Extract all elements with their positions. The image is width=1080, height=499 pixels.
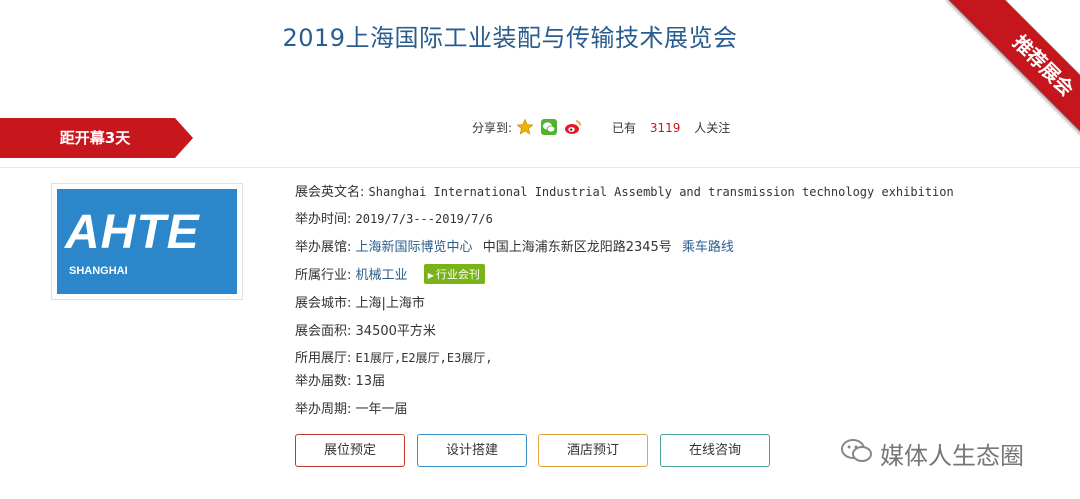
sessions-value: 13届 [355, 374, 386, 389]
booth-reservation-button[interactable]: 展位预定 [295, 434, 405, 467]
followers-suffix: 人关注 [694, 120, 731, 135]
online-consult-button[interactable]: 在线咨询 [660, 434, 770, 467]
english-name-row: 展会英文名: Shanghai International Industrial… [295, 181, 954, 200]
time-row: 举办时间: 2019/7/3---2019/7/6 [295, 208, 493, 227]
venue-label: 举办展馆: [295, 240, 352, 255]
section-divider [0, 167, 1080, 168]
logo-sub-text: SHANGHAI [69, 265, 128, 277]
industry-badge-label: 行业会刊 [435, 268, 480, 281]
hotel-booking-button[interactable]: 酒店预订 [538, 434, 648, 467]
halls-value: E1展厅,E2展厅,E3展厅, [355, 351, 493, 365]
area-label: 展会面积: [295, 324, 352, 339]
design-build-button[interactable]: 设计搭建 [417, 434, 527, 467]
time-value: 2019/7/3---2019/7/6 [355, 212, 493, 226]
watermark: 媒体人生态圈 [840, 436, 1024, 471]
wechat-bubble-icon [840, 437, 874, 471]
share-bar: 分享到: 已有 3119 人关注 [472, 117, 730, 137]
sessions-label: 举办届数: [295, 374, 352, 389]
followers-number: 3119 [649, 120, 681, 135]
share-label: 分享到: [472, 120, 513, 135]
follower-count: 已有 3119 人关注 [612, 119, 730, 136]
ribbon-label: 推荐展会 [947, 0, 1080, 150]
exhibition-logo[interactable]: AHTE SHANGHAI [51, 183, 243, 300]
cycle-value: 一年一届 [355, 402, 408, 417]
industry-row: 所属行业: 机械工业 ▶ 行业会刊 [295, 264, 485, 284]
industry-link[interactable]: 机械工业 [356, 268, 408, 283]
english-name-value: Shanghai International Industrial Assemb… [368, 185, 954, 199]
countdown-banner: 距开幕3天 [0, 118, 195, 158]
star-icon[interactable] [516, 118, 534, 136]
watermark-text: 媒体人生态圈 [880, 442, 1024, 470]
english-name-label: 展会英文名: [295, 185, 365, 200]
city-value: 上海|上海市 [355, 296, 425, 311]
industry-journal-badge[interactable]: ▶ 行业会刊 [423, 264, 485, 284]
venue-address: 中国上海浦东新区龙阳路2345号 [482, 240, 672, 255]
countdown-label: 距开幕3天 [59, 129, 131, 147]
time-label: 举办时间: [295, 212, 352, 227]
route-link[interactable]: 乘车路线 [682, 240, 734, 255]
area-row: 展会面积: 34500平方米 [295, 320, 436, 339]
city-label: 展会城市: [295, 296, 352, 311]
halls-label: 所用展厅: [295, 351, 352, 366]
city-row: 展会城市: 上海|上海市 [295, 292, 425, 311]
weibo-icon[interactable] [564, 118, 582, 136]
venue-link[interactable]: 上海新国际博览中心 [356, 240, 473, 255]
industry-label: 所属行业: [295, 268, 352, 283]
play-icon: ▶ [427, 271, 434, 280]
logo-main-text: AHTE [65, 206, 200, 259]
venue-row: 举办展馆: 上海新国际博览中心 中国上海浦东新区龙阳路2345号 乘车路线 [295, 236, 734, 255]
wechat-icon[interactable] [540, 118, 558, 136]
area-value: 34500平方米 [355, 324, 436, 339]
sessions-row: 举办届数: 13届 [295, 370, 385, 389]
exhibition-title: 2019上海国际工业装配与传输技术展览会 [282, 24, 738, 52]
cycle-row: 举办周期: 一年一届 [295, 398, 408, 417]
followers-prefix: 已有 [612, 120, 637, 135]
recommended-ribbon: 推荐展会 [930, 0, 1080, 150]
cycle-label: 举办周期: [295, 402, 352, 417]
halls-row: 所用展厅: E1展厅,E2展厅,E3展厅, [295, 347, 493, 366]
